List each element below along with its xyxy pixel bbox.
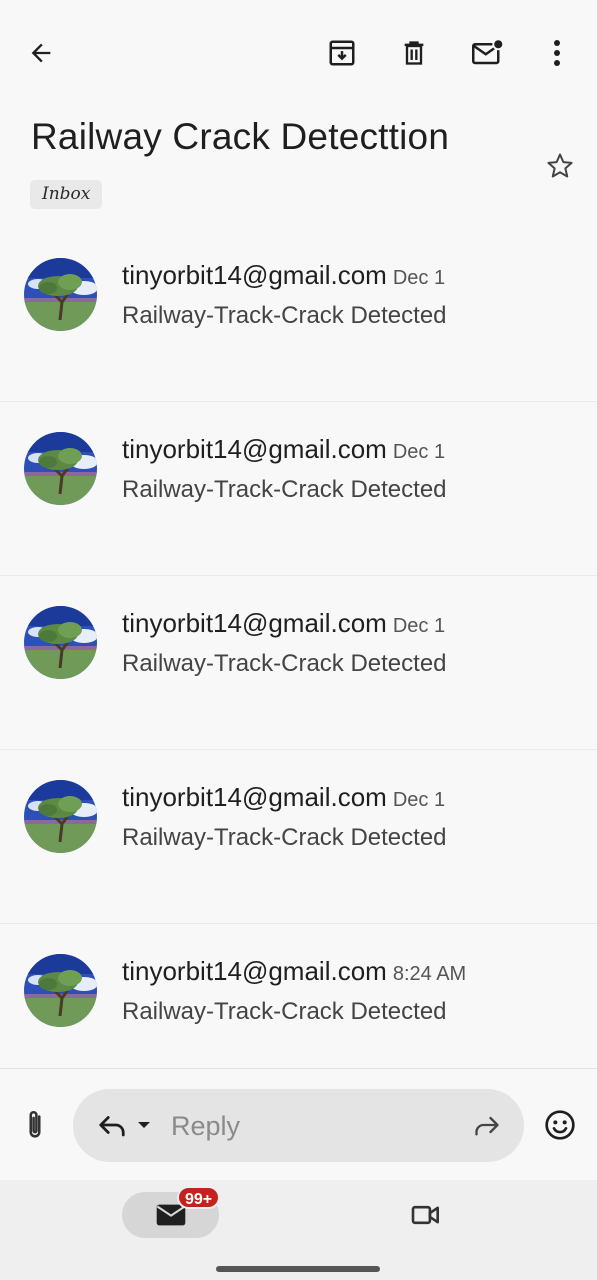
video-camera-icon (411, 1205, 439, 1225)
sender-line: tinyorbit14@gmail.com Dec 1 (122, 782, 445, 813)
tree-avatar-image (24, 954, 97, 1027)
forward-icon (475, 1116, 499, 1136)
message-list: tinyorbit14@gmail.com Dec 1 Railway-Track… (0, 228, 597, 1064)
archive-button[interactable] (320, 31, 364, 75)
bottom-navigation: 99+ (0, 1180, 597, 1280)
trash-icon (404, 41, 424, 65)
reply-icon (99, 1116, 125, 1137)
message-subject: Railway-Track-Crack Detected (122, 476, 447, 503)
avatar[interactable] (24, 432, 97, 505)
chevron-down-icon (138, 1122, 150, 1128)
avatar[interactable] (24, 258, 97, 331)
avatar[interactable] (24, 780, 97, 853)
more-vert-icon (554, 40, 560, 66)
message-date: Dec 1 (392, 789, 446, 811)
message-subject: Railway-Track-Crack Detected (122, 302, 447, 329)
label-chip-inbox[interactable]: Inbox (30, 180, 103, 209)
more-options-button[interactable] (535, 31, 579, 75)
emoji-icon (545, 1110, 575, 1140)
reply-bar: Reply (0, 1068, 597, 1180)
star-icon (547, 153, 573, 178)
sender-name: tinyorbit14@gmail.com (122, 956, 387, 986)
avatar[interactable] (24, 954, 97, 1027)
sender-line: tinyorbit14@gmail.com 8:24 AM (122, 956, 466, 987)
forward-button[interactable] (465, 1103, 509, 1147)
tree-avatar-image (24, 780, 97, 853)
message-item[interactable]: tinyorbit14@gmail.com Dec 1 Railway-Track… (0, 576, 597, 750)
gesture-handle (216, 1266, 380, 1272)
message-item[interactable]: tinyorbit14@gmail.com Dec 1 Railway-Track… (0, 228, 597, 402)
arrow-left-icon (31, 43, 51, 63)
paperclip-icon (29, 1111, 41, 1138)
reply-input-pill[interactable]: Reply (73, 1089, 524, 1162)
tree-avatar-image (24, 258, 97, 331)
message-item[interactable]: tinyorbit14@gmail.com Dec 1 Railway-Track… (0, 402, 597, 576)
mark-unread-button[interactable] (465, 31, 509, 75)
tree-avatar-image (24, 432, 97, 505)
sender-line: tinyorbit14@gmail.com Dec 1 (122, 434, 445, 465)
message-date: Dec 1 (392, 267, 446, 289)
message-date: Dec 1 (392, 441, 446, 463)
reply-placeholder: Reply (171, 1111, 241, 1141)
delete-button[interactable] (392, 31, 436, 75)
message-item[interactable]: tinyorbit14@gmail.com Dec 1 Railway-Track… (0, 750, 597, 924)
message-subject: Railway-Track-Crack Detected (122, 824, 447, 851)
mail-unread-icon (472, 38, 504, 65)
mail-count-badge: 99+ (177, 1186, 221, 1209)
message-subject: Railway-Track-Crack Detected (122, 650, 447, 677)
sender-name: tinyorbit14@gmail.com (122, 434, 387, 464)
sender-name: tinyorbit14@gmail.com (122, 260, 387, 290)
archive-icon (329, 40, 355, 66)
top-app-bar (0, 0, 597, 106)
thread-title: Railway Crack Detecttion (31, 116, 450, 157)
message-subject: Railway-Track-Crack Detected (122, 998, 447, 1025)
message-date: Dec 1 (392, 615, 446, 637)
attach-button[interactable] (13, 1103, 57, 1147)
nav-meet-tab[interactable] (404, 1193, 448, 1237)
sender-line: tinyorbit14@gmail.com Dec 1 (122, 260, 445, 291)
star-button[interactable] (542, 148, 578, 184)
message-date: 8:24 AM (392, 963, 467, 985)
emoji-button[interactable] (538, 1103, 582, 1147)
sender-name: tinyorbit14@gmail.com (122, 782, 387, 812)
avatar[interactable] (24, 606, 97, 679)
tree-avatar-image (24, 606, 97, 679)
reply-mode-button[interactable] (89, 1103, 159, 1147)
message-item[interactable]: tinyorbit14@gmail.com 8:24 AM Railway-Tra… (0, 924, 597, 1064)
sender-name: tinyorbit14@gmail.com (122, 608, 387, 638)
back-button[interactable] (19, 31, 63, 75)
sender-line: tinyorbit14@gmail.com Dec 1 (122, 608, 445, 639)
